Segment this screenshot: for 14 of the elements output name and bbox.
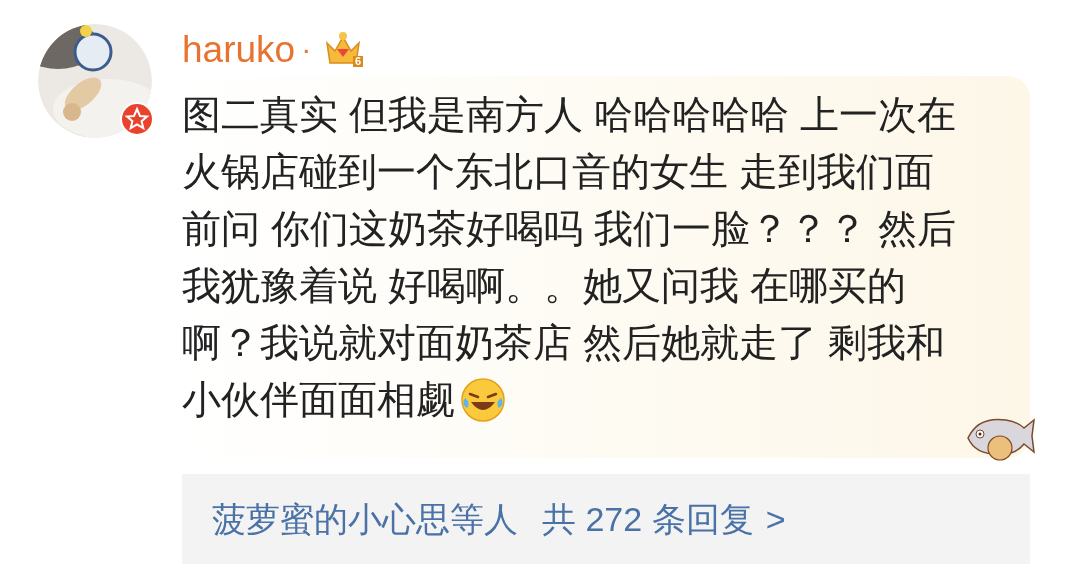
separator: · xyxy=(301,34,312,64)
comment-text-line: 啊？我说就对面奶茶店 然后她就走了 剩我和 xyxy=(182,320,945,366)
reply-count: 共 272 条回复 xyxy=(542,498,754,540)
comment-text-line: 前问 你们这奶茶好喝吗 我们一脸？？？ 然后 xyxy=(182,206,956,252)
laughing-crying-emoji-icon xyxy=(459,375,507,424)
comment-text-line: 小伙伴面面相觑 xyxy=(182,377,455,423)
comment-text-line: 图二真实 但我是南方人 哈哈哈哈哈 上一次在 xyxy=(182,92,956,138)
arrow: > xyxy=(765,498,786,540)
replies-bar[interactable]: 菠萝蜜的小心思等人 共 272 条回复 > xyxy=(182,474,1030,564)
username[interactable]: haruko xyxy=(182,30,296,68)
comment-text-line: 火锅店碰到一个东北口音的女生 走到我们面 xyxy=(182,149,934,195)
comment-text-line: 我犹豫着说 好喝啊。。她又问我 在哪买的 xyxy=(182,263,906,309)
reply-users: 菠萝蜜的小心思等人 xyxy=(212,498,518,540)
star-badge-icon xyxy=(120,102,154,136)
